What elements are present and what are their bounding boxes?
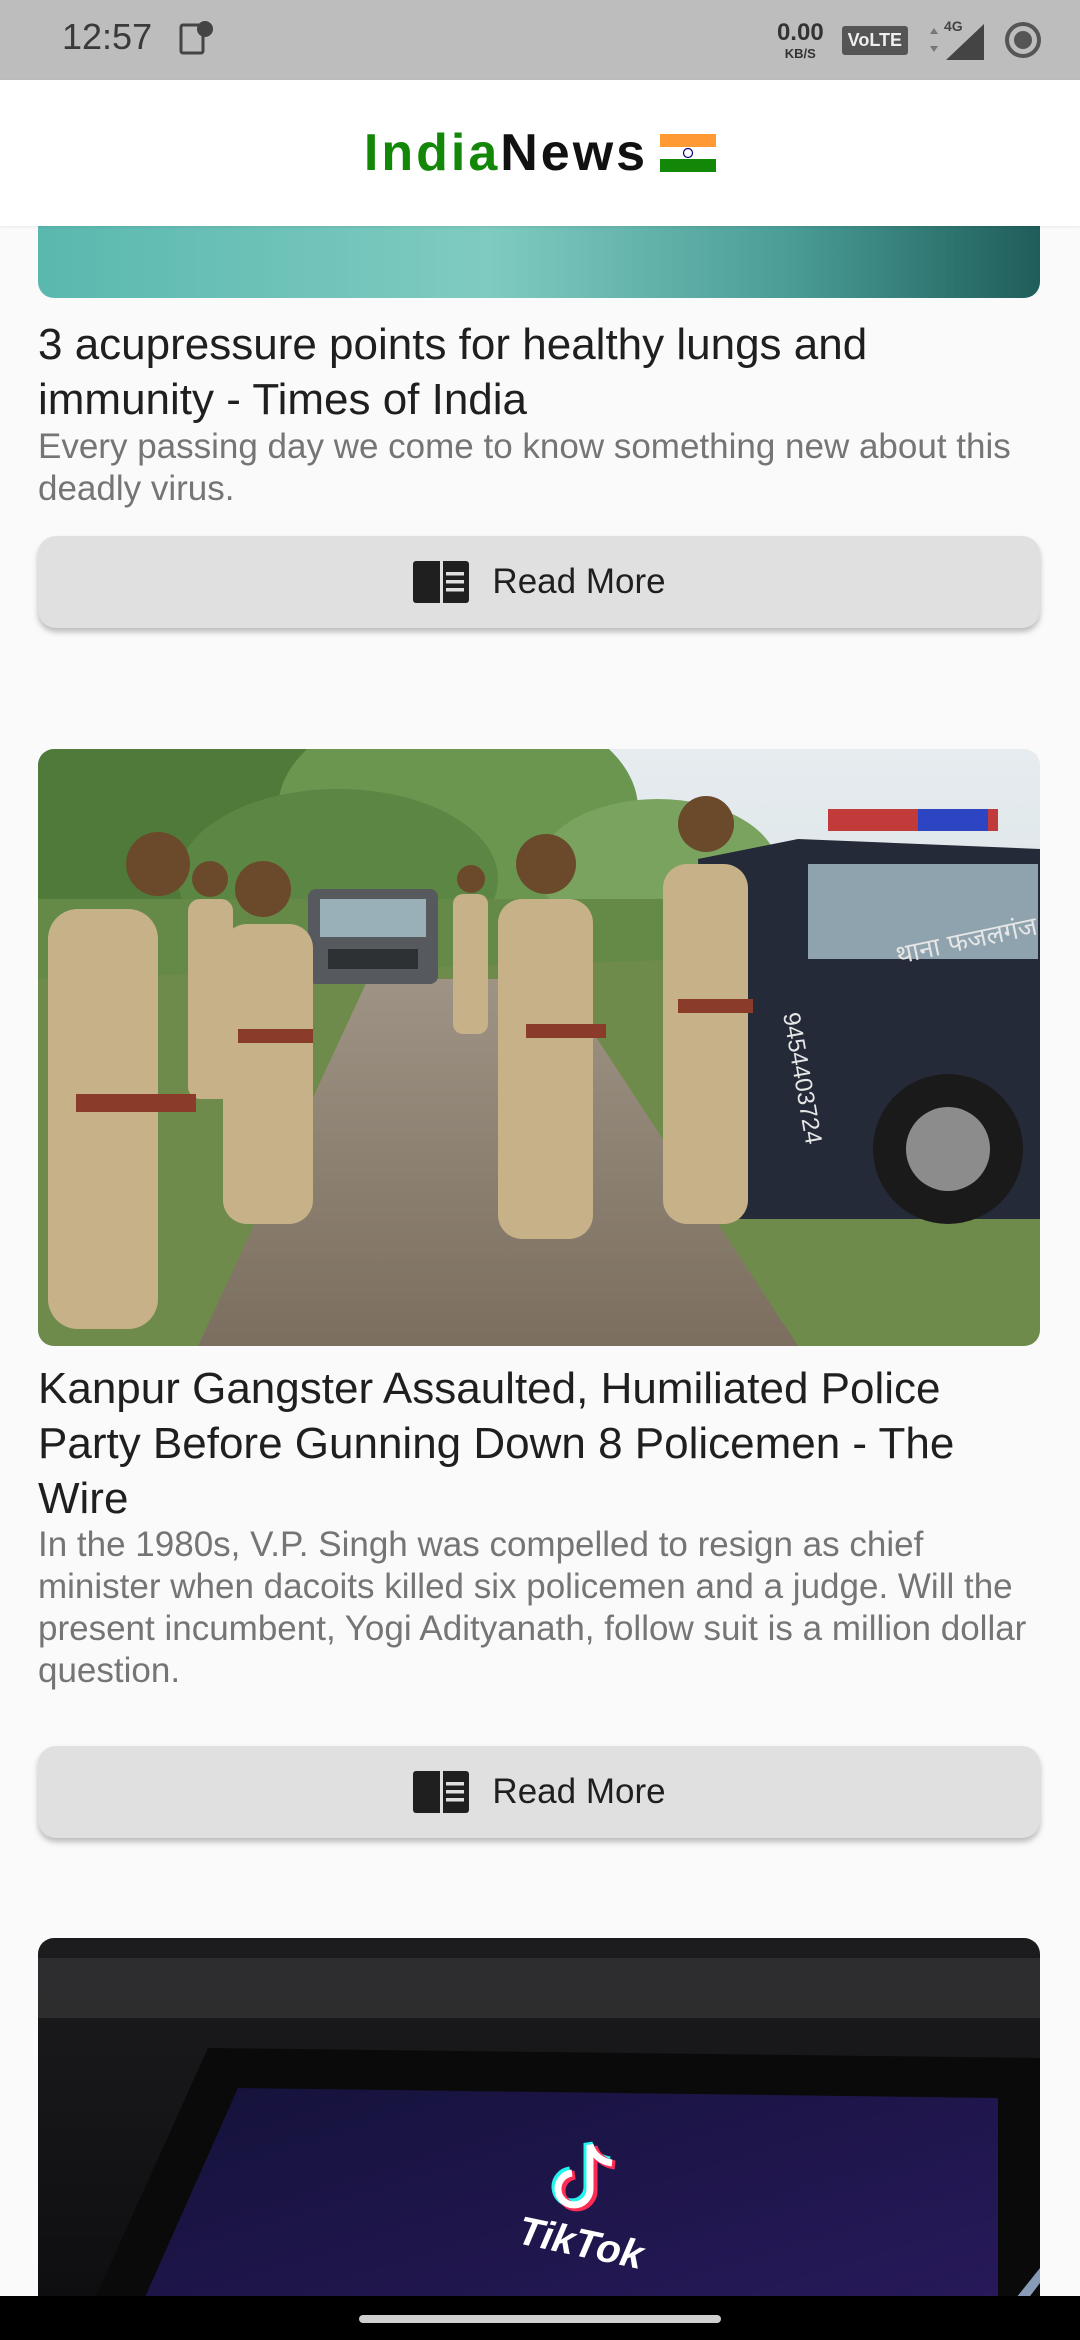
status-bar: 12:57 0.00 KB/S VoLTE 4G xyxy=(0,0,1080,80)
article-description: In the 1980s, V.P. Singh was compelled t… xyxy=(38,1525,1027,1690)
article-description: Every passing day we come to know someth… xyxy=(38,427,1011,508)
news-image[interactable]: TikTok xyxy=(38,1938,1040,2296)
sync-circle-icon xyxy=(1005,22,1041,58)
read-more-button[interactable]: Read More xyxy=(38,1746,1040,1838)
home-gesture-handle[interactable] xyxy=(359,2315,721,2323)
app-title-news: News xyxy=(500,124,649,182)
news-feed[interactable]: 3 acupressure points for healthy lungs a… xyxy=(0,226,1080,2296)
signal-4g-icon: 4G xyxy=(926,18,986,62)
read-more-label: Read More xyxy=(492,1772,666,1811)
app-title: India News xyxy=(363,123,717,183)
volte-badge: VoLTE xyxy=(841,25,908,55)
news-card: TikTok xyxy=(38,1938,1040,2296)
read-more-label: Read More xyxy=(492,562,666,601)
news-card: 3 acupressure points for healthy lungs a… xyxy=(38,226,1040,686)
news-image[interactable] xyxy=(38,226,1040,298)
net-speed-unit: KB/S xyxy=(784,45,816,61)
article-headline[interactable]: Kanpur Gangster Assaulted, Humiliated Po… xyxy=(38,1361,1040,1526)
india-flag-icon xyxy=(660,134,717,172)
article-icon xyxy=(413,1771,470,1813)
system-nav-bar xyxy=(0,2296,1080,2340)
app-bar: India News xyxy=(0,80,1080,226)
news-card: 9454403724 थाना फजलगंज Kanpur Gangster A… xyxy=(38,749,1040,1869)
read-more-button[interactable]: Read More xyxy=(38,536,1040,628)
article-headline[interactable]: 3 acupressure points for healthy lungs a… xyxy=(38,317,1040,427)
status-time: 12:57 xyxy=(62,16,153,57)
notification-icon xyxy=(179,21,213,55)
news-image[interactable]: 9454403724 थाना फजलगंज xyxy=(38,749,1040,1346)
app-title-india: India xyxy=(363,124,501,182)
article-icon xyxy=(413,561,470,603)
net-speed-indicator: 0.00 KB/S xyxy=(776,18,824,61)
net-speed-value: 0.00 xyxy=(776,18,824,46)
